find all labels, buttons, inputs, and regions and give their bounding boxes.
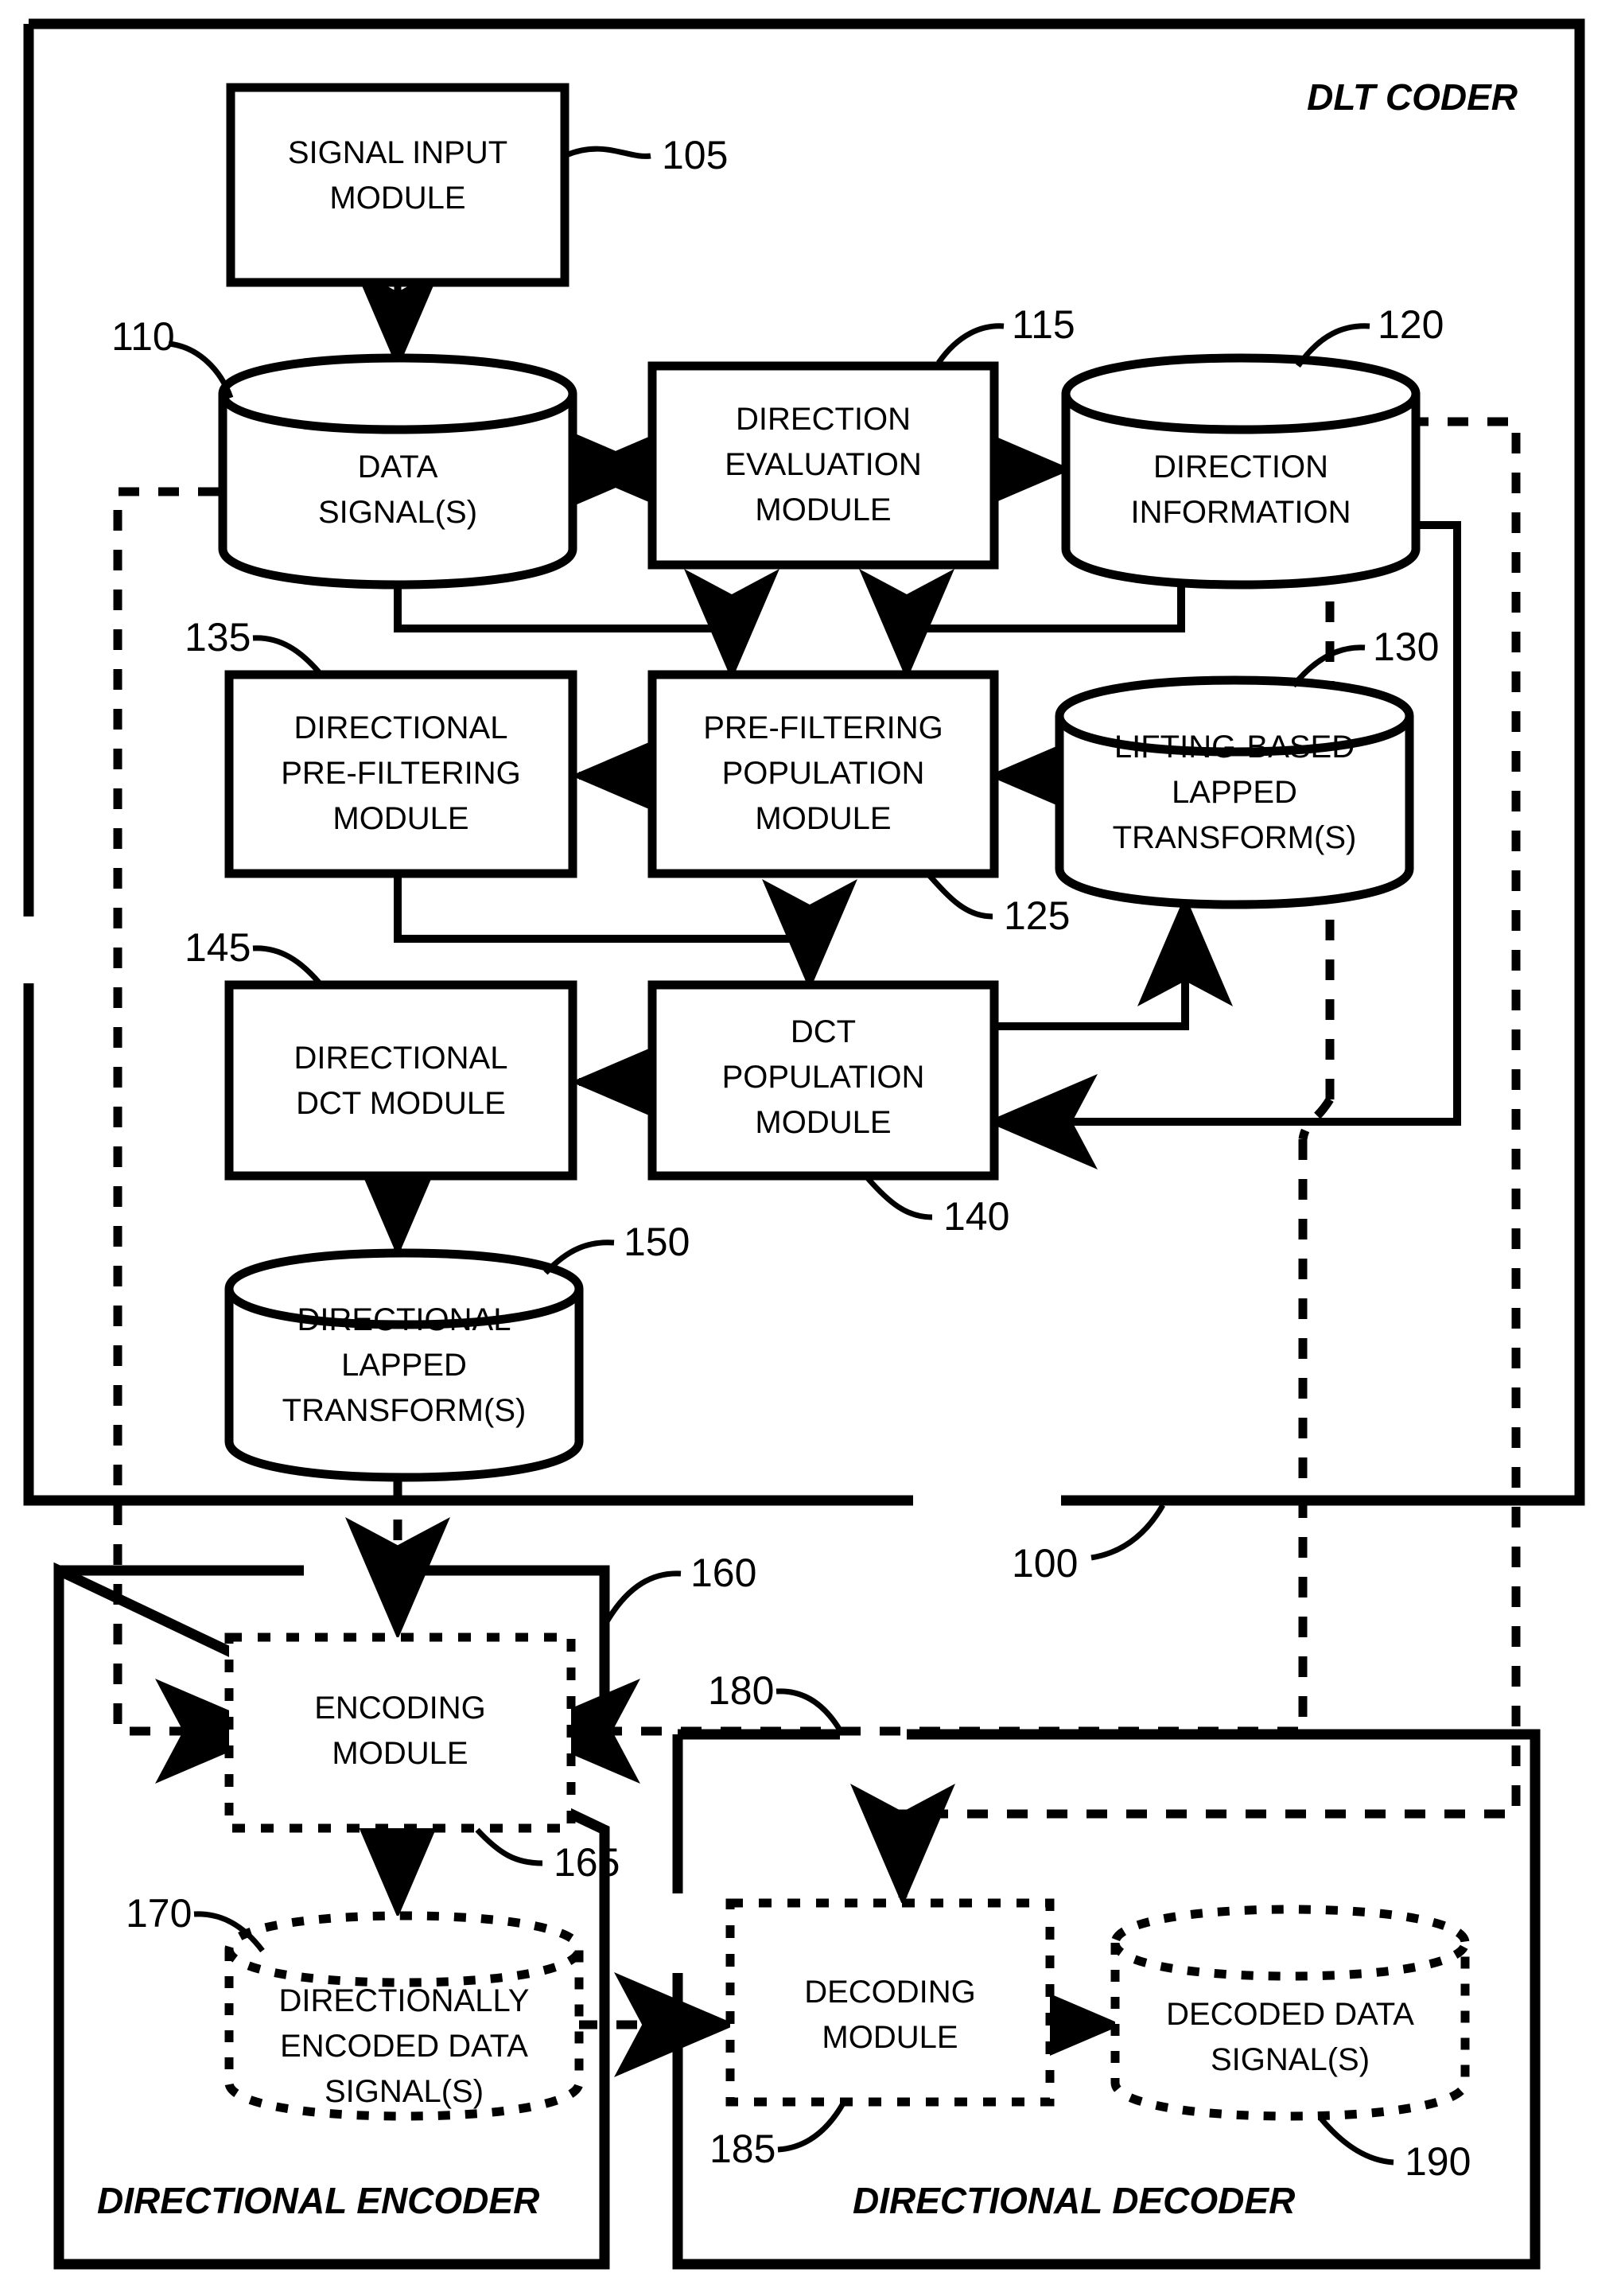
node-prefiltering-population-module[interactable]: PRE-FILTERING POPULATION MODULE [647,670,999,878]
encoded-data-line3: SIGNAL(S) [325,2074,484,2109]
ref-100: 100 [1012,1541,1078,1586]
dct-pop-line1: DCT [791,1014,856,1049]
ref-140: 140 [943,1194,1009,1239]
leader-165: 165 [475,1827,620,1885]
leader-130: 130 [1291,625,1439,688]
leader-135: 135 [185,615,322,675]
diagram-canvas: SIGNAL INPUT MODULE 105 DATA SIGNAL(S) 1… [23,18,1585,2270]
node-directional-lapped-transforms[interactable]: DIRECTIONAL LAPPED TRANSFORM(S) [224,1248,584,1482]
node-direction-information[interactable]: DIRECTION INFORMATION [1061,353,1421,590]
dir-info-line2: INFORMATION [1130,495,1351,530]
node-dct-population-module[interactable]: DCT POPULATION MODULE [647,980,999,1181]
leader-140: 140 [865,1175,1009,1239]
node-decoding-module[interactable]: DECODING MODULE [725,1898,1055,2107]
node-lifting-based-lapped-transforms[interactable]: LIFTING-BASED LAPPED TRANSFORM(S) [1055,675,1414,909]
ref-125: 125 [1004,893,1070,938]
decoding-line2: MODULE [822,2020,958,2055]
leader-110: 110 [111,314,234,399]
dct-pop-line2: POPULATION [722,1060,925,1095]
dir-lapped-line1: DIRECTIONAL [297,1302,511,1337]
dir-dct-line2: DCT MODULE [296,1086,506,1121]
node-encoding-module[interactable]: ENCODING MODULE [224,1632,576,1833]
encoding-line1: ENCODING [314,1691,486,1726]
ref-115: 115 [1012,302,1075,347]
dir-prefilt-line2: PRE-FILTERING [281,756,521,791]
data-signals-line1: DATA [358,449,438,484]
decoded-data-line2: SIGNAL(S) [1211,2042,1370,2077]
ref-135: 135 [185,615,251,660]
dir-dct-line1: DIRECTIONAL [294,1041,508,1076]
ref-170: 170 [126,1891,192,1936]
leader-190: 190 [1318,2115,1471,2184]
edge-dirprefilt-to-dctpop [394,871,857,990]
leader-150: 150 [543,1220,690,1275]
ref-145: 145 [185,925,251,970]
signal-input-line2: MODULE [329,181,465,216]
node-signal-input-module[interactable]: SIGNAL INPUT MODULE [226,83,569,287]
ref-165: 165 [554,1840,620,1885]
ref-160: 160 [690,1551,756,1595]
ref-110: 110 [111,314,175,359]
dir-lapped-line2: LAPPED [341,1348,467,1383]
data-signals-line2: SIGNAL(S) [318,495,477,530]
node-direction-evaluation-module[interactable]: DIRECTION EVALUATION MODULE [647,361,999,570]
dir-lapped-line3: TRANSFORM(S) [282,1393,527,1428]
decoding-line1: DECODING [804,1975,976,2010]
leader-185: 185 [709,2102,846,2171]
leader-115: 115 [936,302,1075,364]
ref-150: 150 [624,1220,690,1264]
directional-decoder-title: DIRECTIONAL DECODER [853,2180,1295,2221]
dir-prefilt-line1: DIRECTIONAL [294,710,508,745]
node-encoded-data-signals[interactable]: DIRECTIONALLY ENCODED DATA SIGNAL(S) [224,1911,584,2121]
lifting-line2: LAPPED [1172,775,1297,810]
lifting-line3: TRANSFORM(S) [1113,820,1357,855]
node-directional-prefiltering-module[interactable]: DIRECTIONAL PRE-FILTERING MODULE [224,670,577,878]
encoded-data-line2: ENCODED DATA [280,2029,528,2064]
dir-info-line1: DIRECTION [1153,449,1328,484]
signal-input-line1: SIGNAL INPUT [288,135,507,170]
prefilt-pop-line3: MODULE [755,801,891,836]
node-data-signals[interactable]: DATA SIGNAL(S) [218,353,577,590]
leader-100: 100 [1012,1504,1166,1586]
dlt-coder-title: DLT CODER [1307,76,1518,118]
dir-eval-line1: DIRECTION [736,402,911,437]
leader-180: 180 [708,1668,845,1734]
dir-prefilt-line3: MODULE [332,801,468,836]
ref-185: 185 [709,2127,776,2171]
leader-105: 105 [565,133,728,177]
encoding-line2: MODULE [332,1736,468,1771]
leader-145: 145 [185,925,322,986]
ref-130: 130 [1373,625,1439,669]
lifting-line1: LIFTING-BASED [1114,730,1355,765]
ref-120: 120 [1378,302,1444,347]
node-decoded-data-signals[interactable]: DECODED DATA SIGNAL(S) [1110,1905,1470,2121]
ref-105: 105 [662,133,728,177]
dct-pop-line3: MODULE [755,1105,891,1140]
ref-180: 180 [708,1668,774,1713]
decoded-data-line1: DECODED DATA [1166,1997,1414,2032]
encoded-data-line1: DIRECTIONALLY [279,1983,530,2018]
dir-eval-line2: EVALUATION [725,447,921,482]
ref-190: 190 [1405,2139,1471,2184]
dir-eval-line3: MODULE [755,492,891,527]
patent-figure: SIGNAL INPUT MODULE 105 DATA SIGNAL(S) 1… [0,0,1621,2296]
leader-125: 125 [927,873,1070,938]
node-directional-dct-module[interactable]: DIRECTIONAL DCT MODULE [224,980,577,1181]
leader-120: 120 [1296,302,1444,368]
directional-encoder-title: DIRECTIONAL ENCODER [97,2180,539,2221]
leader-160: 160 [603,1551,756,1625]
prefilt-pop-line2: POPULATION [722,756,925,791]
prefilt-pop-line1: PRE-FILTERING [703,710,943,745]
